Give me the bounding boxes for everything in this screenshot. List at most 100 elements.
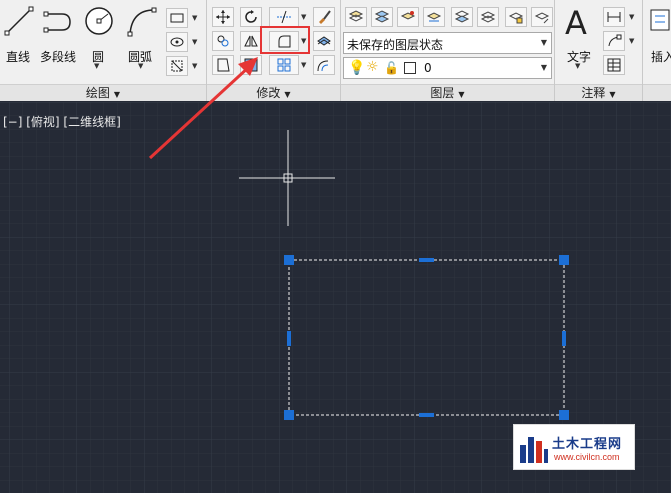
layer-freeze-icon bbox=[454, 10, 470, 23]
layer-off-icon bbox=[480, 11, 496, 23]
copy-button[interactable] bbox=[212, 31, 234, 51]
trim-button[interactable] bbox=[269, 7, 299, 27]
ribbon: 直线 多段线 圆 ▼ 圆弧 ▼ ▼ ▼ ▼ 绘图 ▼ ▼ ▼ ▼ 修改 ▼ 未保… bbox=[0, 0, 671, 101]
arc-dropdown-icon[interactable]: ▼ bbox=[138, 62, 143, 70]
array-button[interactable] bbox=[269, 55, 299, 75]
scale-button[interactable] bbox=[240, 55, 262, 75]
modify-panel-title[interactable]: 修改 ▼ bbox=[207, 84, 340, 101]
stretch-button[interactable] bbox=[212, 55, 234, 75]
insert-block-icon bbox=[650, 9, 670, 31]
rectangle-button[interactable] bbox=[166, 8, 188, 28]
line-tool[interactable]: 直线 bbox=[2, 4, 36, 64]
layer-unisolate-button[interactable] bbox=[423, 7, 445, 27]
annotation-panel-title[interactable]: 注释 ▼ bbox=[555, 84, 642, 101]
padlock-icon: 🔓 bbox=[384, 61, 399, 75]
rotate-button[interactable] bbox=[240, 7, 262, 27]
insert-tool[interactable]: 插入 bbox=[647, 4, 671, 68]
scale-icon bbox=[244, 58, 258, 72]
hatch-button[interactable] bbox=[166, 32, 188, 52]
text-icon: A bbox=[565, 4, 587, 42]
text-dropdown-icon[interactable]: ▼ bbox=[575, 62, 580, 70]
rectangle-icon bbox=[170, 13, 184, 23]
draw-panel-title[interactable]: 绘图 ▼ bbox=[0, 84, 206, 101]
dimension-dropdown-icon[interactable]: ▼ bbox=[629, 13, 634, 21]
watermark-name: 土木工程网 bbox=[552, 437, 623, 452]
array-dropdown-icon[interactable]: ▼ bbox=[301, 61, 306, 69]
grip-bottom-right[interactable] bbox=[559, 410, 569, 420]
dimension-button[interactable] bbox=[603, 7, 625, 27]
arc-icon bbox=[127, 7, 157, 37]
explode-icon bbox=[317, 36, 331, 46]
mirror-icon bbox=[244, 35, 258, 47]
dimension-icon bbox=[607, 12, 621, 22]
watermark-logo: 土木工程网 www.civilcn.com bbox=[513, 424, 635, 470]
arc-tool[interactable]: 圆弧 ▼ bbox=[124, 4, 160, 70]
boundary-dropdown-icon[interactable]: ▼ bbox=[192, 62, 197, 70]
lightbulb-icon: 💡 bbox=[348, 60, 366, 76]
building-logo-icon bbox=[520, 437, 548, 463]
brush-icon bbox=[319, 10, 331, 24]
watermark-url: www.civilcn.com bbox=[554, 452, 620, 462]
rectangle-dropdown-icon[interactable]: ▼ bbox=[192, 14, 197, 22]
circle-icon bbox=[85, 7, 113, 35]
grip-bottom-left[interactable] bbox=[284, 410, 294, 420]
layers-panel-title[interactable]: 图层 ▼ bbox=[341, 84, 554, 101]
layer-state-select[interactable]: 未保存的图层状态 ▼ bbox=[343, 32, 552, 54]
layer-unlock-button[interactable] bbox=[531, 7, 553, 27]
grip-top-right[interactable] bbox=[559, 255, 569, 265]
hatch-dropdown-icon[interactable]: ▼ bbox=[192, 38, 197, 46]
explode-button[interactable] bbox=[313, 31, 335, 51]
layer-off-button[interactable] bbox=[477, 7, 499, 27]
current-layer-select[interactable]: 💡 ☼ 🔓 0 ▼ bbox=[343, 57, 552, 79]
current-layer-dropdown-icon: ▼ bbox=[540, 63, 547, 72]
sun-icon: ☼ bbox=[366, 59, 379, 75]
layer-lock-button[interactable] bbox=[505, 7, 527, 27]
offset-icon bbox=[317, 60, 329, 72]
grip-right-mid[interactable] bbox=[562, 331, 566, 346]
array-icon bbox=[277, 58, 291, 72]
layer-unlock-icon bbox=[534, 12, 550, 24]
layer-match-button[interactable] bbox=[371, 7, 393, 27]
fillet-highlight-box bbox=[260, 26, 310, 54]
layer-color-swatch bbox=[404, 62, 416, 74]
grip-top-mid[interactable] bbox=[419, 258, 434, 262]
leader-button[interactable] bbox=[603, 31, 625, 51]
layer-state-value: 未保存的图层状态 bbox=[347, 38, 444, 52]
layer-properties-button[interactable] bbox=[345, 7, 367, 27]
polyline-icon bbox=[43, 11, 71, 33]
leader-icon bbox=[608, 34, 622, 47]
insert-panel: 插入 bbox=[643, 0, 671, 101]
insert-label: 插入 bbox=[651, 50, 671, 64]
offset-button[interactable] bbox=[313, 55, 335, 75]
table-icon bbox=[607, 58, 621, 72]
table-button[interactable] bbox=[603, 55, 625, 75]
mirror-button[interactable] bbox=[240, 31, 262, 51]
layer-state-dropdown-icon: ▼ bbox=[540, 38, 547, 47]
insert-panel-title bbox=[643, 84, 671, 101]
annotation-panel: A 文字 ▼ ▼ ▼ 注释 ▼ bbox=[555, 0, 643, 101]
viewport-controls-label[interactable]: [−] [俯视] [二维线框] bbox=[3, 113, 121, 130]
layer-freeze-button[interactable] bbox=[451, 7, 473, 27]
draw-panel: 直线 多段线 圆 ▼ 圆弧 ▼ ▼ ▼ ▼ 绘图 ▼ bbox=[0, 0, 207, 101]
line-label: 直线 bbox=[6, 50, 31, 64]
layers-panel: 未保存的图层状态 ▼ 💡 ☼ 🔓 0 ▼ 图层 ▼ bbox=[341, 0, 555, 101]
boundary-button[interactable] bbox=[166, 56, 188, 76]
grip-left-mid[interactable] bbox=[287, 331, 291, 346]
circle-tool[interactable]: 圆 ▼ bbox=[82, 4, 116, 70]
leader-dropdown-icon[interactable]: ▼ bbox=[629, 37, 634, 45]
move-button[interactable] bbox=[212, 7, 234, 27]
current-layer-value: 0 bbox=[424, 61, 432, 75]
circle-dropdown-icon[interactable]: ▼ bbox=[94, 62, 99, 70]
layer-match-icon bbox=[374, 10, 390, 23]
line-icon bbox=[4, 6, 34, 36]
move-icon bbox=[216, 10, 230, 24]
grip-top-left[interactable] bbox=[284, 255, 294, 265]
grip-bottom-mid[interactable] bbox=[419, 413, 434, 417]
polyline-tool[interactable]: 多段线 bbox=[40, 4, 82, 64]
erase-button[interactable] bbox=[313, 7, 335, 27]
trim-dropdown-icon[interactable]: ▼ bbox=[301, 13, 306, 21]
boundary-icon bbox=[171, 60, 183, 72]
copy-icon bbox=[217, 35, 229, 47]
layer-isolate-button[interactable] bbox=[397, 7, 419, 27]
text-tool[interactable]: A 文字 ▼ bbox=[561, 4, 597, 70]
